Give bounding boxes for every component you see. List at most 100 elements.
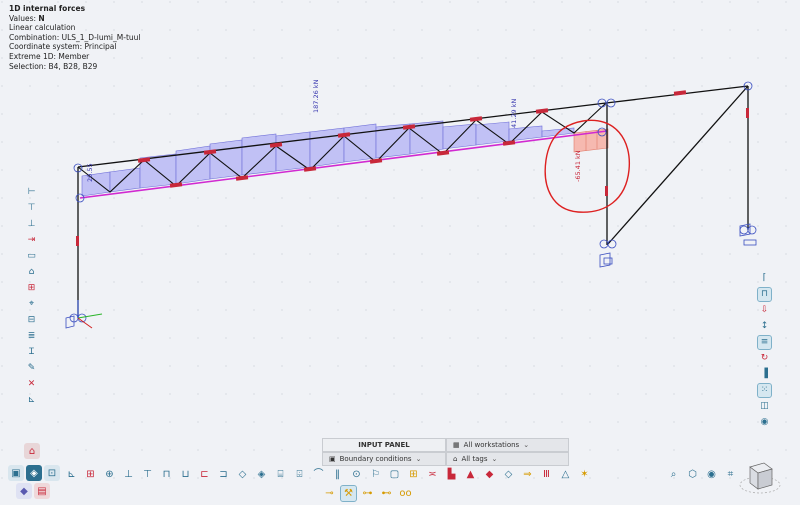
bottom-toolbar-secondary: ⊸ ⚒ ⊶ ⊷ oo — [322, 485, 413, 502]
flag-tool-icon[interactable]: ⚐ — [368, 467, 383, 482]
view-toolbar: ⌕ ⬡ ◉ ⌗ — [666, 467, 738, 482]
info-values: Values: N — [9, 14, 140, 24]
structure-icon[interactable]: ⌂ — [24, 443, 40, 459]
workstation-icon: ▦ — [453, 441, 460, 449]
tags-label: All tags — [461, 455, 488, 463]
model-viewport[interactable]: 187.26 kN 41.29 kN -65.41 kN 20.55 — [0, 0, 800, 505]
chevron-down-icon: ⌄ — [523, 441, 530, 449]
tags-dropdown[interactable]: ⌂ All tags ⌄ — [446, 452, 569, 466]
load-icon[interactable]: ⇥ — [25, 234, 38, 247]
plate-tool-icon[interactable]: ⊓ — [159, 467, 174, 482]
panel-tool-icon[interactable]: ⌸ — [273, 467, 288, 482]
rib-tool-icon[interactable]: ⊐ — [216, 467, 231, 482]
info-calc: Linear calculation — [9, 23, 76, 33]
input-panel-button[interactable]: INPUT PANEL — [322, 438, 446, 452]
dots-icon[interactable]: ⁙ — [757, 383, 772, 398]
grid-background — [0, 0, 800, 505]
profile-icon[interactable]: ▐ — [758, 368, 771, 381]
arc-tool-icon[interactable]: ⌒ — [311, 467, 326, 482]
wall-icon[interactable]: ▭ — [25, 250, 38, 263]
values-label: Values: — [9, 13, 39, 23]
triangle-tool-icon[interactable]: △ — [558, 467, 573, 482]
ring-icon[interactable]: oo — [398, 486, 413, 501]
frame-icon[interactable]: ⌈ — [758, 272, 771, 285]
sun-tool-icon[interactable]: ✶ — [577, 467, 592, 482]
navigation-cube[interactable] — [738, 455, 782, 499]
info-coord: Coordinate system: Principal — [9, 42, 117, 52]
stiffener-tool-icon[interactable]: ▙ — [444, 467, 459, 482]
edge-tool-icon[interactable]: ⌹ — [292, 467, 307, 482]
slab-tool-icon[interactable]: ◇ — [235, 467, 250, 482]
column-tool-icon[interactable]: ‖ — [330, 467, 345, 482]
pyramid-tool-icon[interactable]: ▲ — [463, 467, 478, 482]
chevron-down-icon: ⌄ — [415, 455, 422, 463]
zoom-icon[interactable]: ⌕ — [666, 467, 681, 482]
bolts-icon[interactable]: ⊷ — [379, 486, 394, 501]
rotate-icon[interactable]: ↻ — [758, 352, 771, 365]
info-title: 1D internal forces — [9, 4, 86, 13]
beam-icon[interactable]: ⊢ — [25, 186, 38, 199]
slab-icon[interactable]: ⊞ — [25, 282, 38, 295]
grid-icon[interactable]: ⊟ — [25, 314, 38, 327]
axis-tool-icon[interactable]: ⊾ — [64, 467, 79, 482]
portal-icon[interactable]: ⊓ — [757, 287, 772, 302]
opening-tool-icon[interactable]: ⊔ — [178, 467, 193, 482]
frame-icon[interactable]: ⌂ — [25, 266, 38, 279]
input-panel-label: INPUT PANEL — [358, 441, 410, 449]
visibility-icon[interactable]: ◉ — [704, 467, 719, 482]
chevron-down-icon: ⌄ — [491, 455, 498, 463]
pipe-icon[interactable]: ⊸ — [322, 486, 337, 501]
right-toolbar: ⌈ ⊓ ⇩ ↕ ≡ ↻ ▐ ⁙ ◫ ◉ — [757, 272, 772, 429]
beam-tool-icon[interactable]: ⊏ — [197, 467, 212, 482]
wrench-icon[interactable]: ⚒ — [340, 485, 357, 502]
level-tool-icon[interactable]: ≍ — [425, 467, 440, 482]
storey-icon[interactable]: ≡ — [757, 335, 772, 350]
check-icon[interactable]: ⊡ — [44, 465, 60, 481]
column-icon[interactable]: ⊤ — [25, 202, 38, 215]
boundary-label: Boundary conditions — [339, 455, 412, 463]
axis-icon[interactable]: ⊾ — [25, 394, 38, 407]
view-cube-icon[interactable]: ⬡ — [685, 467, 700, 482]
load-view-icon[interactable]: ▣ — [8, 465, 24, 481]
edit-icon[interactable]: ⌖ — [25, 298, 38, 311]
boundary-icon: ▣ — [329, 455, 336, 463]
view-mode-cluster: ⌂ ▣ ◈ ⊡ ◆ ▤ — [4, 443, 60, 501]
bottom-toolbar: ⊾ ⊞ ⊕ ⊥ ⊤ ⊓ ⊔ ⊏ ⊐ ◇ ◈ ⌸ ⌹ ⌒ ‖ ⊙ ⚐ ▢ ⊞ ≍ … — [64, 467, 592, 482]
info-combination: Combination: ULS_1_D-lumi_M-tuul — [9, 32, 141, 42]
negative-force-label: -65.41 kN — [574, 150, 582, 182]
support-tool-icon[interactable]: ⊥ — [121, 467, 136, 482]
left-force-label: 20.55 — [86, 163, 94, 182]
cube-tool-icon[interactable]: ◆ — [482, 467, 497, 482]
workstations-dropdown[interactable]: ▦ All workstations ⌄ — [446, 438, 569, 452]
snap-icon[interactable]: ⌗ — [723, 467, 738, 482]
view-icon[interactable]: ◫ — [758, 400, 771, 413]
section-icon[interactable]: Ɪ — [25, 346, 38, 359]
bolt-icon[interactable]: ⊶ — [360, 486, 375, 501]
max-force-label: 187.26 kN — [312, 79, 320, 113]
node-tool-icon[interactable]: ⊕ — [102, 467, 117, 482]
box-tool-icon[interactable]: ◇ — [501, 467, 516, 482]
dimension-icon[interactable]: ↕ — [758, 320, 771, 333]
mid-force-label: 41.29 kN — [510, 99, 518, 128]
tank-tool-icon[interactable]: ⊙ — [349, 467, 364, 482]
delete-icon[interactable]: ✕ — [25, 378, 38, 391]
eye-icon[interactable]: ◉ — [758, 416, 771, 429]
plate-icon[interactable]: ⊥ — [25, 218, 38, 231]
bars-tool-icon[interactable]: Ⅲ — [539, 467, 554, 482]
tag-icon: ⌂ — [453, 455, 458, 463]
member-tool-icon[interactable]: ⊞ — [83, 467, 98, 482]
hinge-tool-icon[interactable]: ⊤ — [140, 467, 155, 482]
grid-tool-icon[interactable]: ⊞ — [406, 467, 421, 482]
left-toolbar: ⊢ ⊤ ⊥ ⇥ ▭ ⌂ ⊞ ⌖ ⊟ ≣ Ɪ ✎ ✕ ⊾ — [25, 186, 38, 407]
square-tool-icon[interactable]: ▢ — [387, 467, 402, 482]
boundary-dropdown[interactable]: ▣ Boundary conditions ⌄ — [322, 452, 446, 466]
arrow-tool-icon[interactable]: ⇒ — [520, 467, 535, 482]
cube-icon[interactable]: ◆ — [16, 483, 32, 499]
report-icon[interactable]: ▤ — [34, 483, 50, 499]
load-case-icon[interactable]: ⇩ — [758, 304, 771, 317]
wall-tool-icon[interactable]: ◈ — [254, 467, 269, 482]
results-icon[interactable]: ◈ — [26, 465, 42, 481]
info-selection: Selection: B4, B28, B29 — [9, 61, 98, 71]
stack-icon[interactable]: ≣ — [25, 330, 38, 343]
pencil-icon[interactable]: ✎ — [25, 362, 38, 375]
